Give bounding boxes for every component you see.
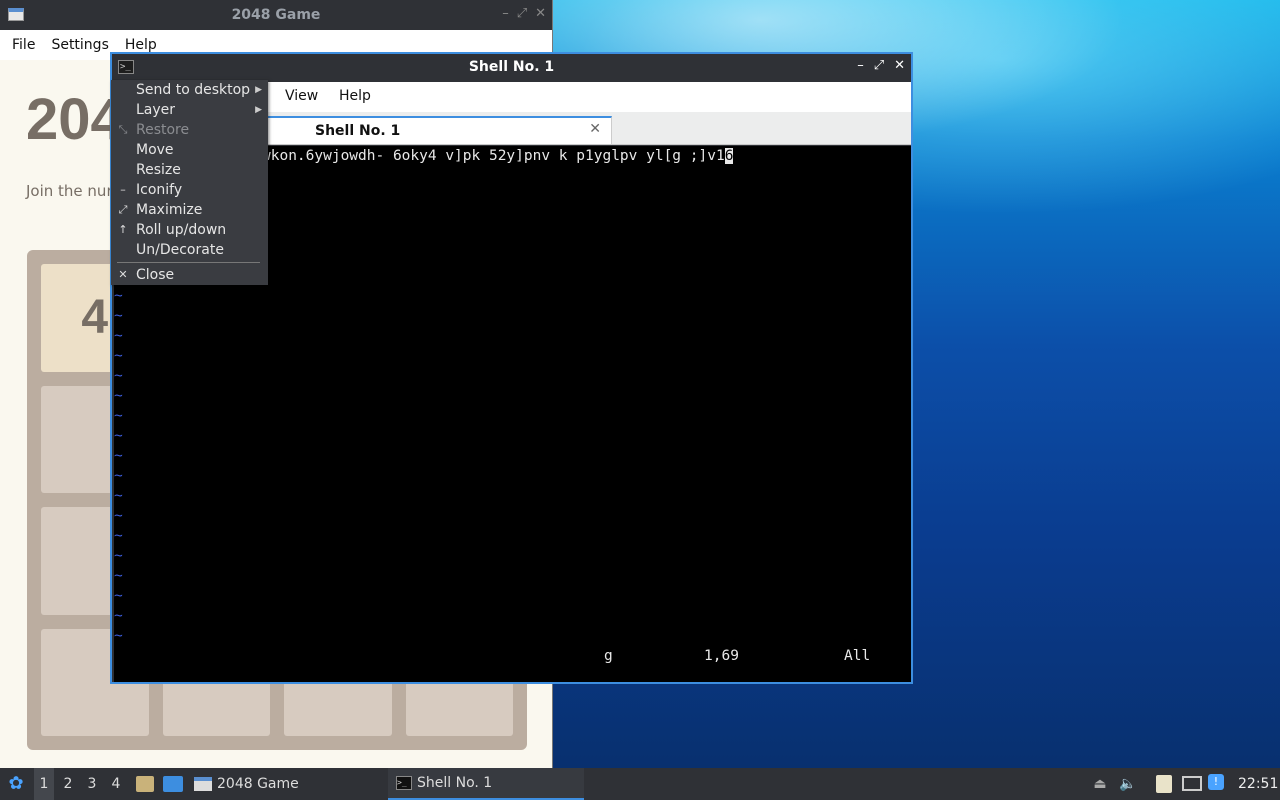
submenu-arrow-icon: ▶	[255, 85, 262, 95]
tilde-line: ~	[114, 408, 123, 424]
desktop-switch-3[interactable]: 3	[82, 768, 102, 800]
tilde-line: ~	[114, 388, 123, 404]
task-label: 2048 Game	[217, 776, 299, 792]
menu-item-layer[interactable]: Layer ▶	[111, 100, 268, 120]
show-desktop-icon[interactable]	[163, 776, 183, 792]
menu-settings[interactable]: Settings	[43, 37, 116, 53]
menu-view[interactable]: View	[285, 88, 318, 104]
menu-item-close[interactable]: ✕ Close	[111, 265, 268, 285]
game-intro-text: Join the nur	[26, 182, 113, 200]
tilde-line: ~	[114, 448, 123, 464]
file-manager-icon[interactable]	[136, 776, 154, 792]
tilde-line: ~	[114, 468, 123, 484]
tilde-line: ~	[114, 528, 123, 544]
tilde-line: ~	[114, 588, 123, 604]
submenu-arrow-icon: ▶	[255, 105, 262, 115]
tilde-line: ~	[114, 488, 123, 504]
maximize-icon: ⤢	[118, 203, 128, 216]
tilde-line: ~	[114, 568, 123, 584]
taskbar: ✿ 1 2 3 4 2048 Game >_ Shell No. 1 ⏏ 🔈 !…	[0, 768, 1280, 800]
updates-icon[interactable]: !	[1208, 774, 1224, 790]
clipboard-icon[interactable]	[1156, 775, 1172, 793]
close-icon[interactable]: ✕	[894, 58, 905, 73]
maximize-icon[interactable]: ⤢	[517, 6, 527, 21]
tab-label: Shell No. 1	[315, 123, 401, 139]
rollup-icon: ↑	[118, 223, 128, 236]
eject-icon[interactable]: ⏏	[1092, 768, 1108, 800]
desktop-switch-4[interactable]: 4	[106, 768, 126, 800]
tilde-line: ~	[114, 368, 123, 384]
tilde-line: ~	[114, 288, 123, 304]
window-context-menu: Send to desktop ▶ Layer ▶ ⤡ Restore Move…	[111, 80, 268, 285]
menu-help[interactable]: Help	[117, 37, 165, 53]
maximize-icon[interactable]: ⤢	[874, 58, 884, 73]
vim-empty-lines: ~ ~ ~ ~ ~ ~ ~ ~ ~ ~ ~ ~ ~ ~ ~ ~ ~ ~	[114, 286, 123, 646]
vim-status-position: 1,69	[704, 648, 739, 664]
task-shell-no-1[interactable]: >_ Shell No. 1	[388, 768, 584, 800]
tab-shell-1[interactable]: Shell No. 1 ✕	[262, 116, 612, 144]
menu-help[interactable]: Help	[339, 88, 371, 104]
task-2048-game[interactable]: 2048 Game	[194, 768, 374, 800]
tilde-line: ~	[114, 328, 123, 344]
tilde-line: ~	[114, 548, 123, 564]
tilde-line: ~	[114, 608, 123, 624]
menu-item-iconify[interactable]: – Iconify	[111, 180, 268, 200]
menu-item-move[interactable]: Move	[111, 140, 268, 160]
menu-item-undecorate[interactable]: Un/Decorate	[111, 240, 268, 260]
tilde-line: ~	[114, 508, 123, 524]
restore-icon: ⤡	[118, 123, 128, 136]
tilde-line: ~	[114, 428, 123, 444]
tilde-line: ~	[114, 308, 123, 324]
menu-item-send-to-desktop[interactable]: Send to desktop ▶	[111, 80, 268, 100]
game-window-title: 2048 Game	[231, 7, 321, 23]
menu-file[interactable]: File	[4, 37, 43, 53]
terminal-cursor: 6	[724, 148, 734, 164]
menu-separator	[117, 262, 260, 263]
minimize-icon[interactable]: –	[502, 6, 509, 21]
vim-status-scroll: All	[844, 648, 871, 664]
game-window-titlebar[interactable]: 2048 Game – ⤢ ✕	[0, 0, 552, 30]
menu-item-restore: ⤡ Restore	[118, 122, 190, 138]
close-icon[interactable]: ✕	[535, 6, 546, 21]
desktop-switch-2[interactable]: 2	[58, 768, 78, 800]
terminal-text: wkon.6ywjowdh- 6oky4 v]pk 52y]pnv k p1yg…	[262, 148, 725, 164]
iconify-icon: –	[120, 183, 126, 196]
start-menu-icon[interactable]: ✿	[5, 768, 27, 800]
clock[interactable]: 22:51	[1238, 768, 1278, 800]
game-heading: 204	[26, 87, 123, 152]
volume-icon[interactable]: 🔈	[1118, 768, 1138, 800]
tilde-line: ~	[114, 628, 123, 644]
desktop-switch-1[interactable]: 1	[34, 768, 54, 800]
terminal-icon: >_	[396, 776, 412, 790]
shell-titlebar[interactable]: >_ Shell No. 1 – ⤢ ✕	[112, 54, 911, 82]
network-icon[interactable]	[1182, 776, 1202, 791]
terminal-line: wkon.6ywjowdh- 6oky4 v]pk 52y]pnv k p1yg…	[262, 148, 734, 164]
shell-window-title: Shell No. 1	[468, 59, 555, 75]
close-icon: ✕	[118, 268, 128, 281]
menu-item-roll-up-down[interactable]: ↑ Roll up/down	[111, 220, 268, 240]
task-label: Shell No. 1	[417, 775, 493, 791]
vim-status-command: g	[604, 648, 613, 664]
menu-item-maximize[interactable]: ⤢ Maximize	[111, 200, 268, 220]
tab-close-icon[interactable]: ✕	[589, 121, 601, 137]
window-icon	[194, 777, 212, 791]
menu-item-resize[interactable]: Resize	[111, 160, 268, 180]
tilde-line: ~	[114, 348, 123, 364]
minimize-icon[interactable]: –	[857, 58, 864, 73]
